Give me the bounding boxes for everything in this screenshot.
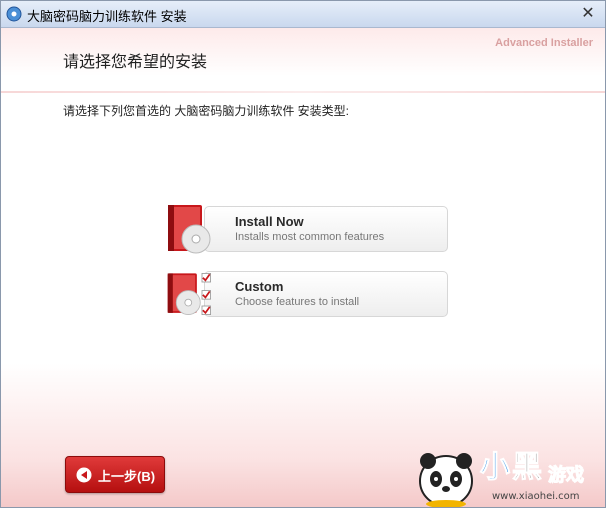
watermark-url: www.xiaohei.com xyxy=(492,491,580,502)
title-bar: 大脑密码脑力训练软件 安装 ✕ xyxy=(1,1,605,28)
option-title: Install Now xyxy=(235,214,304,229)
custom-disc-checklist-icon xyxy=(167,273,211,315)
header-divider xyxy=(1,91,605,93)
option-title: Custom xyxy=(235,279,284,294)
install-disc-icon xyxy=(168,205,211,254)
installer-window: 大脑密码脑力训练软件 安装 ✕ Advanced Installer 请选择您希… xyxy=(0,0,606,508)
option-panel[interactable] xyxy=(204,206,448,252)
installer-app-icon xyxy=(6,6,22,22)
back-button-label: 上一步(B) xyxy=(98,469,156,484)
back-button[interactable]: 上一步(B) xyxy=(65,456,165,493)
option-description: Installs most common features xyxy=(235,231,385,243)
close-button[interactable]: ✕ xyxy=(579,5,597,23)
option-description: Choose features to install xyxy=(235,296,360,308)
brand-label: Advanced Installer xyxy=(495,37,593,49)
window-title: 大脑密码脑力训练软件 安装 xyxy=(27,9,187,24)
option-panel[interactable] xyxy=(204,271,448,317)
svg-text:游戏: 游戏 xyxy=(548,464,584,486)
wizard-content: Advanced Installer 请选择您希望的安装 请选择下列您首选的 大… xyxy=(1,28,605,507)
svg-text:小: 小 xyxy=(480,450,510,485)
custom-option[interactable]: Custom Choose features to install xyxy=(166,271,448,317)
instruction-text: 请选择下列您首选的 大脑密码脑力训练软件 安装类型: xyxy=(63,104,350,118)
back-arrow-icon xyxy=(76,467,92,483)
install-now-option[interactable]: Install Now Installs most common feature… xyxy=(166,205,448,254)
svg-text:黑: 黑 xyxy=(512,450,542,485)
page-title: 请选择您希望的安装 xyxy=(63,54,208,71)
watermark-logo: 小 黑 游戏 www.xiaohei.com xyxy=(419,450,585,507)
